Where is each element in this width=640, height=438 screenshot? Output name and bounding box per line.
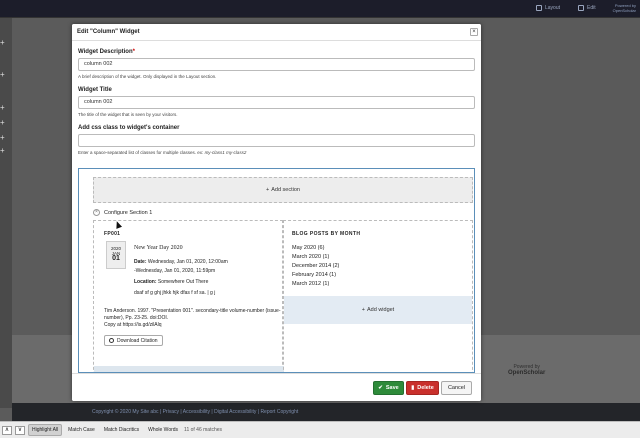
copy-at-link[interactable]: Copy at https://is.gd/zilAlq	[104, 322, 282, 329]
add-icon[interactable]: +	[0, 118, 5, 127]
right-column: BLOG POSTS BY MONTH May 2020 (6) March 2…	[283, 220, 473, 372]
powered-by-line2: OpenScholar	[612, 8, 636, 13]
find-bar: ∧ ∨ Highlight All Match Case Match Diacr…	[0, 421, 640, 438]
css-class-input[interactable]	[78, 134, 475, 147]
accessibility-link[interactable]: Accessibility	[183, 409, 210, 415]
event-location: Location: Somewhere Out There	[134, 279, 208, 285]
find-next-button[interactable]: ∨	[15, 425, 25, 435]
layout-label: Layout	[545, 5, 561, 11]
event-widget-title: FP001	[104, 231, 121, 237]
title-label: Widget Title	[78, 87, 112, 93]
layout-toolbar-item[interactable]: Layout	[536, 5, 560, 11]
date-value: Wednesday, Jan 01, 2020, 12:00am	[147, 259, 228, 265]
delete-button[interactable]: ▮ Delete	[406, 381, 439, 395]
match-count: 11 of 46 matches	[184, 427, 223, 433]
configure-section-label: Configure Section 1	[104, 209, 153, 216]
widget-title-input[interactable]: column 002	[78, 96, 475, 109]
cancel-button[interactable]: Cancel	[441, 381, 472, 395]
add-widget-label: Add widget	[367, 307, 395, 313]
add-icon[interactable]: +	[0, 133, 5, 142]
event-date: Date: Wednesday, Jan 01, 2020, 12:00am	[134, 259, 228, 265]
privacy-link[interactable]: Privacy	[163, 409, 179, 415]
download-citation-label: Download Citation	[117, 337, 158, 344]
date-day: 01	[112, 255, 120, 262]
list-item[interactable]: May 2020 (6)	[292, 244, 339, 253]
left-column: FP001 2020 JAN 01 New Year Day 2020 Date…	[93, 220, 284, 372]
list-item[interactable]: February 2014 (1)	[292, 271, 339, 280]
edit-widget-dialog: Edit "Column" Widget × Widget Descriptio…	[72, 24, 481, 401]
edit-label: Edit	[587, 5, 596, 11]
layout-icon	[536, 5, 542, 11]
location-value: Somewhere Out There	[157, 279, 209, 285]
css-help-example: my-class1 my-class2	[204, 150, 247, 155]
save-label: Save	[385, 385, 399, 391]
css-class-help: Enter a space-separated list of classes …	[78, 150, 475, 155]
left-rail: + + + + + +	[0, 18, 12, 408]
powered-by-top: Powered by OpenScholar	[613, 3, 636, 13]
whole-words-toggle[interactable]: Whole Words	[145, 425, 181, 435]
add-widget-zone[interactable]	[94, 366, 284, 372]
date-label: Date:	[134, 259, 147, 265]
match-case-toggle[interactable]: Match Case	[65, 425, 98, 435]
event-body: dsaf sf g ghj jhkk hjk dfas f sf sa. | g…	[134, 290, 216, 296]
widget-form: Widget Description* column 002 A brief d…	[72, 41, 481, 155]
citation-block: Tim Anderson. 1997. "Presentation 001". …	[104, 308, 282, 329]
add-icon[interactable]: +	[0, 38, 5, 47]
delete-label: Delete	[417, 385, 434, 391]
admin-toolbar: Layout Edit Powered by OpenScholar	[0, 0, 640, 18]
edit-toolbar-item[interactable]: Edit	[578, 5, 596, 11]
add-icon[interactable]: +	[0, 146, 5, 155]
dialog-header: Edit "Column" Widget	[72, 24, 481, 41]
configure-section-row[interactable]: × Configure Section 1	[93, 209, 152, 216]
save-button[interactable]: ✔ Save	[373, 381, 404, 395]
description-label-text: Widget Description	[78, 49, 133, 55]
plus-icon: +	[266, 187, 270, 193]
find-previous-button[interactable]: ∧	[2, 425, 12, 435]
event-title[interactable]: New Year Day 2020	[134, 245, 183, 251]
blog-widget-title: BLOG POSTS BY MONTH	[292, 231, 361, 237]
blog-month-list: May 2020 (6) March 2020 (1) December 201…	[292, 244, 339, 289]
plus-icon: +	[361, 307, 365, 313]
match-diacritics-toggle[interactable]: Match Diacritics	[101, 425, 142, 435]
report-copyright-link[interactable]: Report Copyright	[260, 409, 298, 415]
list-item[interactable]: March 2020 (1)	[292, 253, 339, 262]
trash-icon: ▮	[411, 385, 415, 391]
title-help: The title of the widget that is seen by …	[78, 112, 178, 117]
add-section-button[interactable]: + Add section	[93, 177, 473, 203]
close-icon[interactable]: ×	[470, 28, 478, 36]
citation-text: Tim Anderson. 1997. "Presentation 001". …	[104, 308, 281, 321]
highlight-all-toggle[interactable]: Highlight All	[28, 424, 63, 436]
add-widget-button[interactable]: + Add widget	[284, 296, 472, 324]
powered-by-bottom: Powered by OpenScholar	[508, 364, 545, 376]
list-item[interactable]: March 2012 (1)	[292, 280, 339, 289]
event-date-end: -Wednesday, Jan 01, 2020, 11:59pm	[134, 268, 216, 274]
css-class-label: Add css class to widget's container	[78, 125, 180, 131]
add-icon[interactable]: +	[0, 103, 5, 112]
description-label: Widget Description*	[78, 49, 475, 55]
css-help-text: Enter a space-separated list of classes …	[78, 150, 205, 155]
column-layout-preview: + Add section × Configure Section 1 FP00…	[78, 168, 475, 373]
digital-accessibility-link[interactable]: Digital Accessibility	[214, 409, 256, 415]
dialog-title: Edit "Column" Widget	[77, 29, 140, 35]
location-label: Location:	[134, 279, 157, 285]
widget-description-input[interactable]: column 002	[78, 58, 475, 71]
site-footer: Copyright © 2020 My Site abc | Privacy |…	[12, 403, 640, 421]
date-badge: 2020 JAN 01	[106, 241, 126, 269]
dialog-footer: ✔ Save ▮ Delete Cancel	[72, 373, 481, 401]
background-content	[480, 18, 640, 338]
powered-by-logo: OpenScholar	[508, 370, 546, 376]
add-section-label: Add section	[271, 187, 300, 193]
close-circle-icon[interactable]: ×	[93, 209, 100, 216]
check-icon: ✔	[378, 385, 383, 391]
list-item[interactable]: December 2014 (2)	[292, 262, 339, 271]
footer-links: Copyright © 2020 My Site abc | Privacy |…	[92, 409, 299, 415]
required-mark: *	[132, 49, 135, 55]
download-citation-button[interactable]: Download Citation	[104, 335, 163, 346]
copyright-text: Copyright © 2020 My Site abc	[92, 409, 159, 415]
add-icon[interactable]: +	[0, 70, 5, 79]
edit-icon	[578, 5, 584, 11]
download-icon	[109, 338, 114, 343]
description-help: A brief description of the widget. Only …	[78, 74, 217, 79]
